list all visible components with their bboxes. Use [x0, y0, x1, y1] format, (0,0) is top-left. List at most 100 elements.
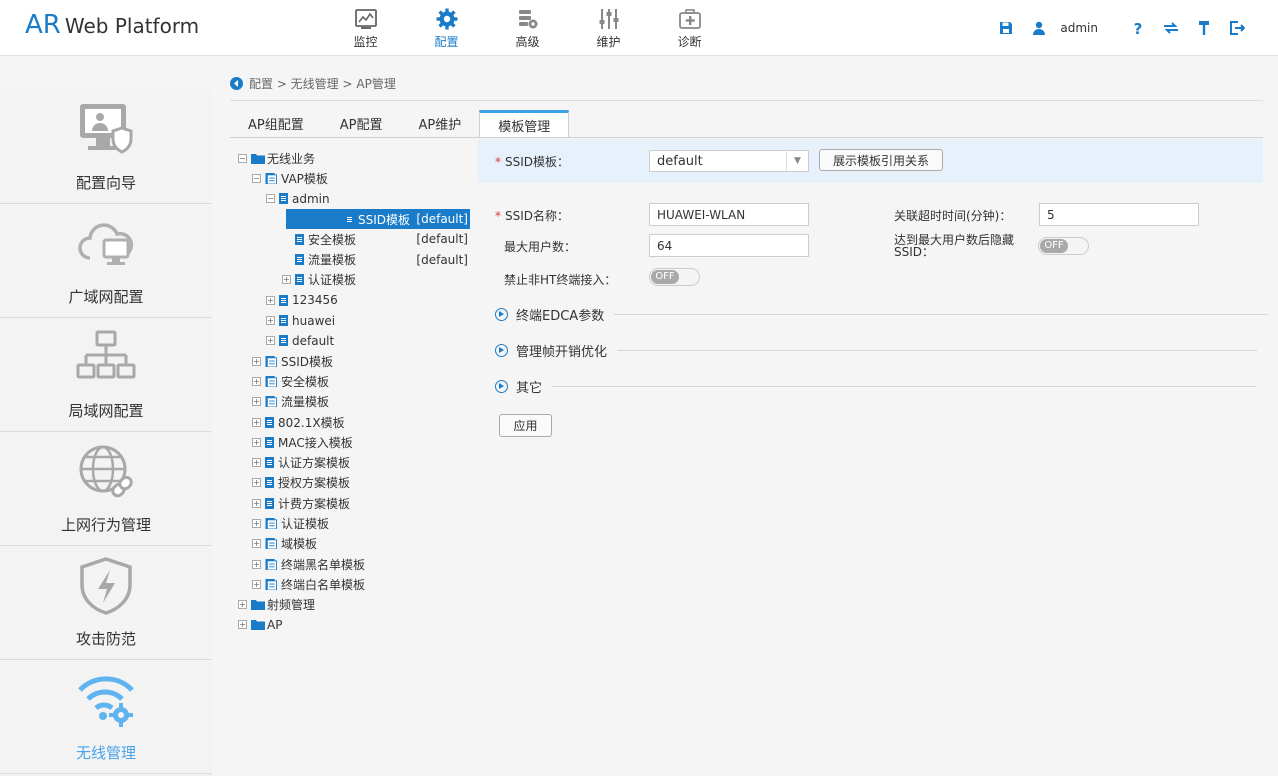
max-users-input[interactable]: 64: [649, 234, 809, 257]
expand-icon[interactable]: +: [252, 579, 261, 589]
tab-template-manage[interactable]: 模板管理: [479, 110, 570, 137]
tree-node[interactable]: + 终端白名单模板: [236, 574, 470, 594]
ssid-profile-select[interactable]: default ▼: [649, 150, 809, 172]
back-icon[interactable]: [230, 77, 243, 90]
tree-node[interactable]: + SSID模板: [236, 351, 470, 371]
ssid-profile-label: SSID模板：: [505, 154, 570, 169]
save-icon[interactable]: [995, 18, 1017, 38]
collapse-icon[interactable]: −: [252, 173, 261, 183]
assoc-timeout-input[interactable]: 5: [1039, 203, 1199, 226]
sidebar-item-attack[interactable]: 攻击防范: [0, 546, 212, 660]
nav-config[interactable]: 配置: [406, 0, 487, 56]
section-mgmt-frame[interactable]: 管理帧开销优化: [495, 342, 1258, 360]
tree-node[interactable]: + 终端黑名单模板: [236, 554, 470, 574]
tree-node[interactable]: + 计费方案模板: [236, 493, 470, 513]
nav-advanced[interactable]: 高级: [487, 0, 568, 56]
tools-icon[interactable]: [1193, 18, 1215, 38]
expand-icon[interactable]: +: [282, 275, 291, 285]
sidebar-item-behavior[interactable]: 上网行为管理: [0, 432, 212, 546]
breadcrumb-divider: [230, 100, 1263, 101]
tree-node[interactable]: − VAP模板: [236, 168, 470, 188]
tree-node[interactable]: + 认证模板: [236, 270, 470, 290]
tab-underline: [230, 137, 1263, 138]
tree-node[interactable]: + MAC接入模板: [236, 432, 470, 452]
show-relation-button[interactable]: 展示模板引用关系: [819, 149, 943, 171]
section-edca[interactable]: 终端EDCA参数: [495, 306, 1269, 324]
nav-maintain[interactable]: 维护: [568, 0, 649, 56]
tree-node[interactable]: + 认证方案模板: [236, 452, 470, 472]
chevron-down-icon[interactable]: ▼: [786, 151, 808, 171]
expand-icon[interactable]: +: [252, 478, 261, 488]
wizard-monitor-shield-icon: [80, 104, 133, 154]
hide-ssid-toggle[interactable]: OFF: [1038, 237, 1089, 255]
expand-icon[interactable]: +: [238, 620, 247, 630]
expand-icon[interactable]: +: [252, 539, 261, 549]
expand-icon[interactable]: +: [252, 518, 261, 528]
logout-icon[interactable]: [1226, 18, 1248, 38]
main-nav: 监控 配置 高级 维护 诊断: [325, 0, 730, 56]
gear-icon: [436, 8, 457, 29]
tree-node[interactable]: 流量模板 [default]: [236, 249, 470, 269]
brand-name: Web Platform: [64, 14, 200, 38]
svg-text:?: ?: [1134, 20, 1143, 36]
user-icon: [1028, 18, 1050, 38]
expand-icon[interactable]: +: [252, 458, 261, 468]
tree-node[interactable]: + default: [236, 331, 470, 351]
brand-logo: AR Web Platform: [25, 10, 199, 40]
expand-icon[interactable]: +: [266, 295, 275, 305]
sidebar: 配置向导 广域网配置 局域网配置 上网行为管理 攻击防范 无线管理: [0, 90, 212, 776]
tree-node[interactable]: +123456: [236, 290, 470, 310]
nav-monitor[interactable]: 监控: [325, 0, 406, 56]
expand-icon[interactable]: +: [252, 498, 261, 508]
switch-icon[interactable]: [1160, 18, 1182, 38]
advanced-gear-icon: [518, 9, 537, 28]
expand-icon[interactable]: +: [238, 600, 247, 610]
expand-icon[interactable]: +: [266, 316, 275, 326]
tree-node[interactable]: + huawei: [236, 310, 470, 330]
tab-ap-group[interactable]: AP组配置: [230, 110, 322, 137]
tree-node[interactable]: SSID模板 [default]: [286, 208, 470, 230]
help-icon[interactable]: ?: [1127, 18, 1149, 38]
ssid-name-input[interactable]: HUAWEI-WLAN: [649, 203, 809, 226]
play-circle-icon: [495, 307, 508, 321]
tab-ap-maintain[interactable]: AP维护: [400, 110, 479, 137]
expand-icon[interactable]: +: [252, 397, 261, 407]
expand-icon[interactable]: +: [252, 417, 261, 427]
tree-node[interactable]: + AP: [236, 615, 470, 635]
tab-ap-config[interactable]: AP配置: [322, 110, 401, 137]
tree-node[interactable]: − admin: [236, 189, 470, 209]
tree-node[interactable]: + 认证模板: [236, 513, 470, 533]
breadcrumb: 配置 > 无线管理 > AP管理: [230, 75, 396, 92]
tree-node[interactable]: + 射频管理: [236, 595, 470, 615]
tree-node[interactable]: + 流量模板: [236, 392, 470, 412]
collapse-icon[interactable]: −: [238, 153, 247, 163]
tree-node[interactable]: + 域模板: [236, 534, 470, 554]
tree-node[interactable]: + 安全模板: [236, 371, 470, 391]
tree-node[interactable]: + 授权方案模板: [236, 473, 470, 493]
sidebar-item-wan[interactable]: 广域网配置: [0, 204, 212, 318]
expand-icon[interactable]: +: [252, 376, 261, 386]
collapse-icon[interactable]: −: [266, 194, 275, 204]
expand-icon[interactable]: +: [252, 356, 261, 366]
sidebar-item-wireless[interactable]: 无线管理: [0, 660, 212, 774]
top-header: AR Web Platform 监控 配置 高级 维护 诊断 admin ?: [0, 0, 1278, 56]
tree-node[interactable]: +802.1X模板: [236, 412, 470, 432]
expand-icon[interactable]: +: [252, 559, 261, 569]
nav-diagnose[interactable]: 诊断: [649, 0, 730, 56]
sidebar-item-lan[interactable]: 局域网配置: [0, 318, 212, 432]
tree-node[interactable]: 安全模板 [default]: [236, 229, 470, 249]
apply-button[interactable]: 应用: [499, 414, 552, 437]
expand-icon[interactable]: +: [266, 336, 275, 346]
section-other[interactable]: 其它: [495, 378, 1257, 396]
monitor-chart-icon: [354, 8, 377, 29]
expand-icon[interactable]: +: [252, 437, 261, 447]
deny-nonht-label: 禁止非HT终端接入：: [504, 273, 617, 287]
play-circle-icon: [495, 343, 508, 357]
ssid-name-label: SSID名称：: [505, 209, 570, 223]
tree-node[interactable]: − 无线业务: [236, 148, 470, 168]
username[interactable]: admin: [1060, 21, 1098, 35]
shield-lightning-icon: [80, 557, 132, 615]
cloud-monitor-icon: [78, 223, 134, 265]
sidebar-item-wizard[interactable]: 配置向导: [0, 90, 212, 204]
deny-nonht-toggle[interactable]: OFF: [649, 268, 700, 286]
